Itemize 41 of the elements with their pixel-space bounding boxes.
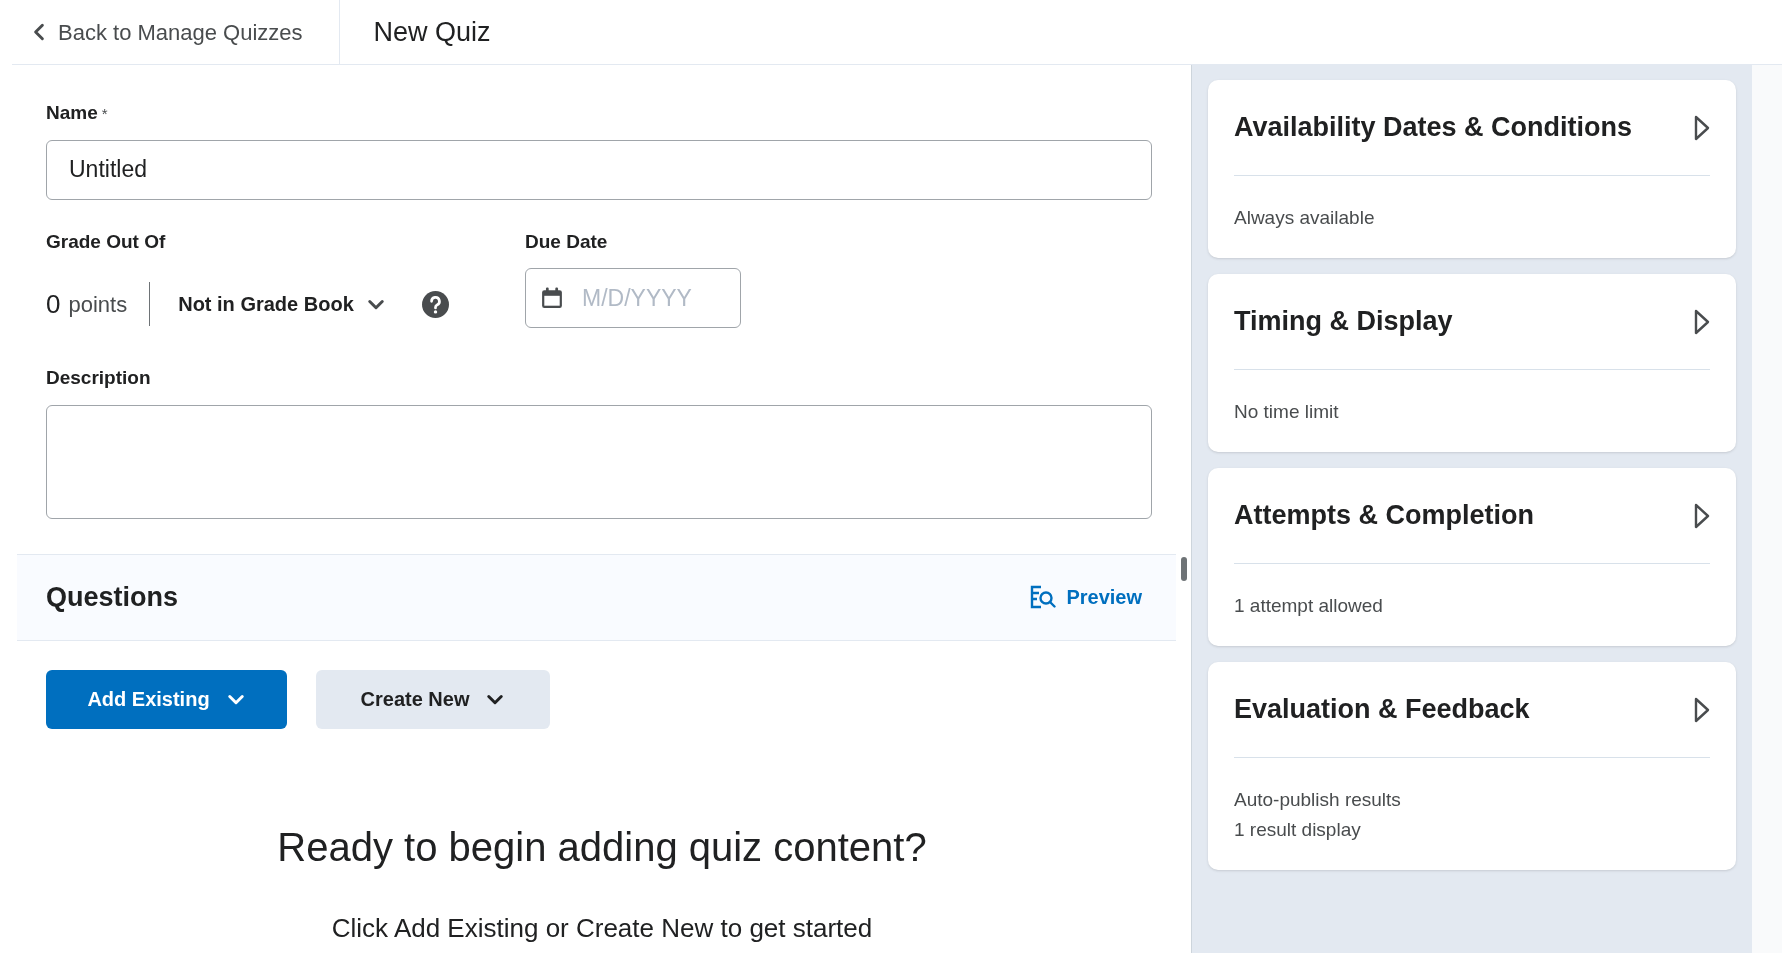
settings-card[interactable]: Attempts & Completion 1 attempt allowed — [1208, 468, 1736, 646]
section-title: Questions — [46, 580, 179, 614]
empty-state-text: Click Add Existing or Create New to get started — [331, 911, 873, 945]
preview-icon — [1030, 585, 1057, 609]
date-field[interactable]: M/D/YYYY — [525, 268, 741, 328]
calendar-icon — [541, 287, 563, 309]
settings-card[interactable]: Evaluation & Feedback Auto-publish results 1 result display — [1208, 662, 1736, 870]
empty-state-title: Ready to begin adding quiz content? — [277, 823, 927, 871]
points-unit: points — [68, 290, 129, 319]
caret-right-icon — [1694, 696, 1710, 723]
card-summary: 1 result display — [1234, 818, 1362, 842]
caret-right-icon — [1694, 114, 1710, 141]
gradebook-dropdown[interactable]: Not in Grade Book — [178, 289, 386, 319]
card-summary: Always available — [1234, 206, 1376, 230]
back-link[interactable]: Back to Manage Quizzes — [12, 0, 340, 64]
card-title: Attempts & Completion — [1234, 499, 1534, 533]
card-title: Evaluation & Feedback — [1234, 693, 1530, 727]
field-label: Description — [46, 366, 152, 390]
resize-handle[interactable] — [1180, 557, 1187, 581]
settings-card[interactable]: Availability Dates & Conditions Always available — [1208, 80, 1736, 258]
chevron-left-icon — [32, 23, 46, 41]
card-title: Availability Dates & Conditions — [1234, 111, 1633, 145]
help-icon[interactable] — [421, 290, 449, 318]
field-label: Name — [46, 101, 98, 125]
points-value: 0 — [46, 287, 61, 321]
name-field[interactable]: Untitled — [46, 139, 1152, 200]
primary-button[interactable]: Add Existing — [46, 669, 287, 729]
card-title: Timing & Display — [1234, 305, 1453, 339]
card-summary: 1 attempt allowed — [1234, 594, 1384, 618]
card-summary: No time limit — [1234, 400, 1340, 424]
required-mark: * — [101, 104, 108, 124]
field-label: Grade Out Of — [46, 229, 167, 254]
caret-right-icon — [1694, 308, 1710, 335]
caret-right-icon — [1694, 502, 1710, 529]
page-title: New Quiz — [373, 15, 491, 49]
preview-link[interactable]: Preview — [1030, 582, 1142, 612]
settings-card[interactable]: Timing & Display No time limit — [1208, 274, 1736, 452]
description-field[interactable] — [46, 404, 1152, 519]
card-summary: Auto-publish results — [1234, 788, 1402, 812]
field-label: Due Date — [525, 229, 609, 254]
secondary-button[interactable]: Create New — [316, 669, 550, 729]
